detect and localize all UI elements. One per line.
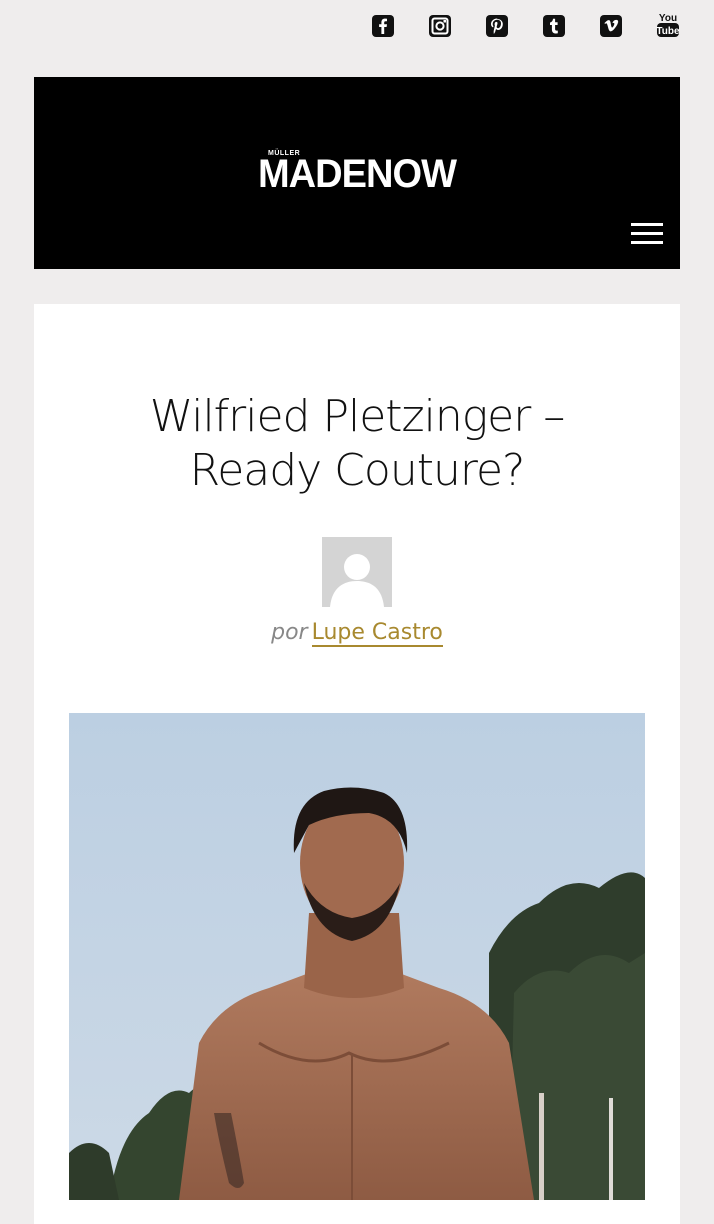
- social-bar: You Tube: [371, 13, 680, 38]
- pinterest-icon[interactable]: [485, 14, 509, 38]
- instagram-icon[interactable]: [428, 14, 452, 38]
- vimeo-icon[interactable]: [599, 14, 623, 38]
- facebook-icon[interactable]: [371, 14, 395, 38]
- hamburger-menu-icon[interactable]: [631, 223, 663, 245]
- byline-prefix: por: [271, 620, 308, 645]
- svg-text:Tube: Tube: [656, 26, 680, 37]
- author-avatar[interactable]: [322, 537, 392, 607]
- article-title-line1: Wilfried Pletzinger –: [149, 391, 566, 442]
- featured-image[interactable]: [69, 713, 645, 1200]
- author-link[interactable]: Lupe Castro: [311, 620, 443, 647]
- byline: por Lupe Castro: [0, 620, 714, 647]
- article-title-line2: Ready Couture?: [189, 445, 526, 496]
- site-logo[interactable]: MADENOW: [18, 152, 696, 197]
- article-title: Wilfried Pletzinger – Ready Couture?: [0, 390, 714, 498]
- tumblr-icon[interactable]: [542, 14, 566, 38]
- youtube-icon[interactable]: You Tube: [656, 13, 680, 38]
- svg-text:You: You: [659, 13, 677, 24]
